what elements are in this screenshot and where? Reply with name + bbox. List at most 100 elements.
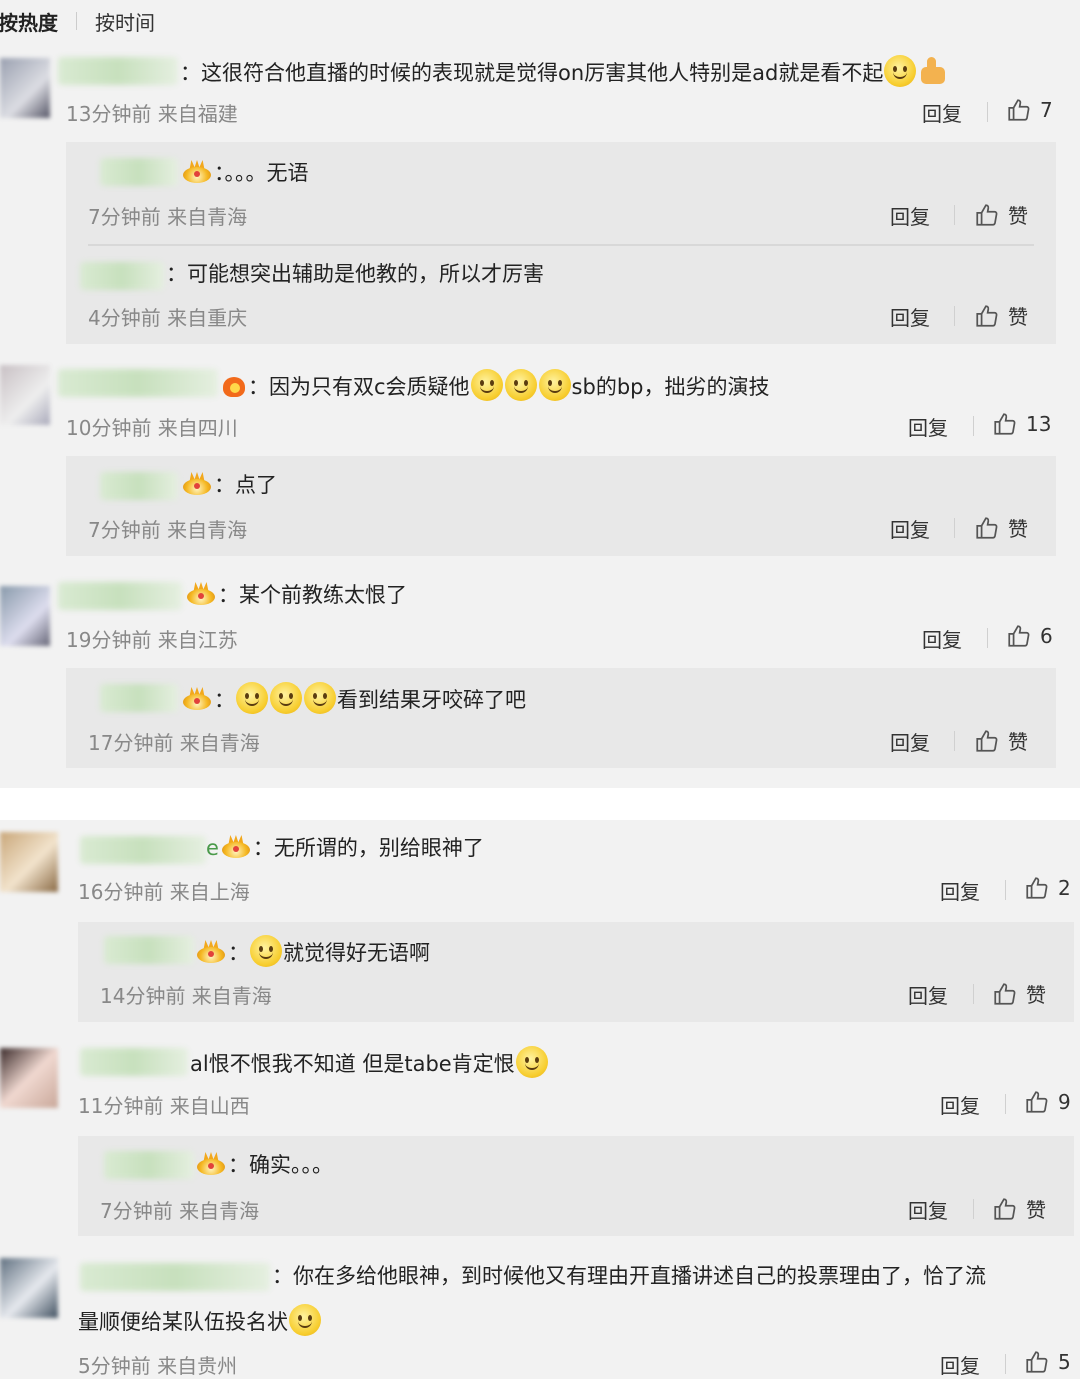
reply-button[interactable]: 回复: [908, 1195, 948, 1224]
like-count: 6: [1040, 624, 1053, 648]
like-button[interactable]: 赞: [974, 513, 1028, 542]
reply-text: ：确实。。。: [194, 1150, 333, 1180]
reply-meta: 4分钟前 来自重庆: [88, 306, 248, 330]
comment-meta: 13分钟前 来自福建: [66, 102, 238, 126]
thumb-up-icon: [1026, 877, 1048, 899]
sort-tab-divider: [76, 12, 77, 30]
action-divider: [954, 306, 955, 326]
username-blurred[interactable]: [80, 262, 164, 290]
like-label: 赞: [1026, 1198, 1046, 1222]
crown-badge-icon: [219, 834, 253, 860]
reply-button[interactable]: 回复: [922, 98, 962, 127]
thumb-up-icon: [976, 304, 998, 327]
username-blurred[interactable]: [104, 1151, 194, 1179]
like-button[interactable]: 13: [992, 411, 1051, 437]
reply-button[interactable]: 回复: [908, 412, 948, 441]
thumb-up-icon: [1008, 625, 1030, 647]
username-blurred[interactable]: [58, 582, 182, 610]
reply-button[interactable]: 回复: [922, 624, 962, 653]
smile-emoji-icon: [504, 369, 537, 401]
thumb-up-icon: [976, 729, 998, 752]
like-button[interactable]: 赞: [992, 979, 1046, 1008]
comment-text: e ：无所谓的，别给眼神了: [206, 834, 484, 860]
crown-badge-icon: [180, 471, 214, 497]
like-count: 9: [1058, 1090, 1071, 1114]
username-blurred[interactable]: [104, 936, 194, 964]
like-button[interactable]: 赞: [974, 726, 1028, 755]
reply-text: ：。。。无语: [180, 158, 309, 188]
reply-button[interactable]: 回复: [940, 876, 980, 905]
comment-text: ：你在多给他眼神，到时候他又有理由开直播讲述自己的投票理由了，恰了流: [272, 1264, 986, 1288]
avatar[interactable]: [0, 1048, 58, 1108]
action-divider: [973, 416, 974, 436]
username-blurred[interactable]: [80, 1048, 188, 1076]
comment-text: ：这很符合他直播的时候的表现就是觉得on厉害其他人特别是ad就是看不起: [180, 55, 947, 88]
comment-text: al恨不恨我不知道 但是tabe肯定恨: [190, 1046, 549, 1079]
action-divider: [1005, 1354, 1006, 1374]
thumb-up-icon: [1026, 1091, 1048, 1113]
action-divider: [987, 102, 988, 122]
avatar[interactable]: [0, 586, 50, 646]
sweat-emoji-icon: [884, 55, 917, 87]
smile-emoji-icon: [470, 369, 503, 401]
username-blurred[interactable]: [58, 57, 178, 85]
avatar[interactable]: [0, 58, 50, 118]
reply-text: ：点了: [180, 470, 277, 500]
avatar[interactable]: [0, 365, 50, 425]
like-button[interactable]: 赞: [974, 301, 1028, 330]
fire-badge-icon: [220, 373, 248, 399]
like-button[interactable]: 5: [1024, 1349, 1071, 1375]
reply-meta: 14分钟前 来自青海: [100, 984, 272, 1008]
reply-button[interactable]: 回复: [890, 302, 930, 331]
like-button[interactable]: 2: [1024, 875, 1071, 901]
like-count: 7: [1040, 98, 1053, 122]
like-button[interactable]: 赞: [992, 1194, 1046, 1223]
avatar[interactable]: [0, 832, 58, 892]
like-button[interactable]: 6: [1006, 623, 1053, 649]
comment-meta: 16分钟前 来自上海: [78, 880, 250, 904]
reply-button[interactable]: 回复: [890, 727, 930, 756]
crown-badge-icon: [194, 939, 228, 965]
like-label: 赞: [1008, 517, 1028, 541]
action-divider: [973, 1199, 974, 1219]
grin-emoji-icon: [304, 682, 336, 714]
sort-by-hot-tab[interactable]: 按热度: [0, 7, 64, 36]
crown-badge-icon: [184, 581, 218, 607]
like-button[interactable]: 9: [1024, 1089, 1071, 1115]
reply-text: ：就觉得好无语啊: [194, 935, 430, 968]
username-blurred[interactable]: [100, 684, 178, 712]
username-blurred[interactable]: [80, 836, 206, 864]
comment-meta: 19分钟前 来自江苏: [66, 628, 238, 652]
username-blurred[interactable]: [80, 1263, 270, 1291]
username-blurred[interactable]: [100, 472, 178, 500]
username-blurred[interactable]: [100, 158, 178, 186]
comment-meta: 11分钟前 来自山西: [78, 1094, 250, 1118]
reply-button[interactable]: 回复: [890, 514, 930, 543]
reply-text: ：可能想突出辅助是他教的，所以才厉害: [166, 262, 544, 286]
action-divider: [973, 984, 974, 1004]
crown-badge-icon: [180, 686, 214, 712]
avatar[interactable]: [0, 1258, 58, 1318]
thumb-up-icon: [976, 203, 998, 226]
action-divider: [954, 731, 955, 751]
like-button[interactable]: 7: [1006, 97, 1053, 123]
comment-text: ：某个前教练太恨了: [184, 580, 407, 610]
reply-meta: 7分钟前 来自青海: [88, 518, 248, 542]
sort-by-time-tab[interactable]: 按时间: [89, 7, 161, 36]
like-button[interactable]: 赞: [974, 200, 1028, 229]
reply-button[interactable]: 回复: [940, 1350, 980, 1379]
comment-meta: 5分钟前 来自贵州: [78, 1354, 238, 1378]
reply-button[interactable]: 回复: [908, 980, 948, 1009]
reply-button[interactable]: 回复: [940, 1090, 980, 1119]
dog-emoji-icon: [289, 1304, 321, 1336]
action-divider: [1005, 1094, 1006, 1114]
username-blurred[interactable]: [58, 369, 218, 397]
smile-emoji-icon: [250, 935, 282, 967]
grin-emoji-icon: [236, 682, 268, 714]
comment-text: ：因为只有双c会质疑他 sb的bp，拙劣的演技: [220, 369, 769, 402]
reply-button[interactable]: 回复: [890, 201, 930, 230]
thumb-up-icon: [1026, 1351, 1048, 1373]
action-divider: [954, 518, 955, 538]
like-label: 赞: [1008, 204, 1028, 228]
thumb-up-icon: [994, 982, 1016, 1005]
